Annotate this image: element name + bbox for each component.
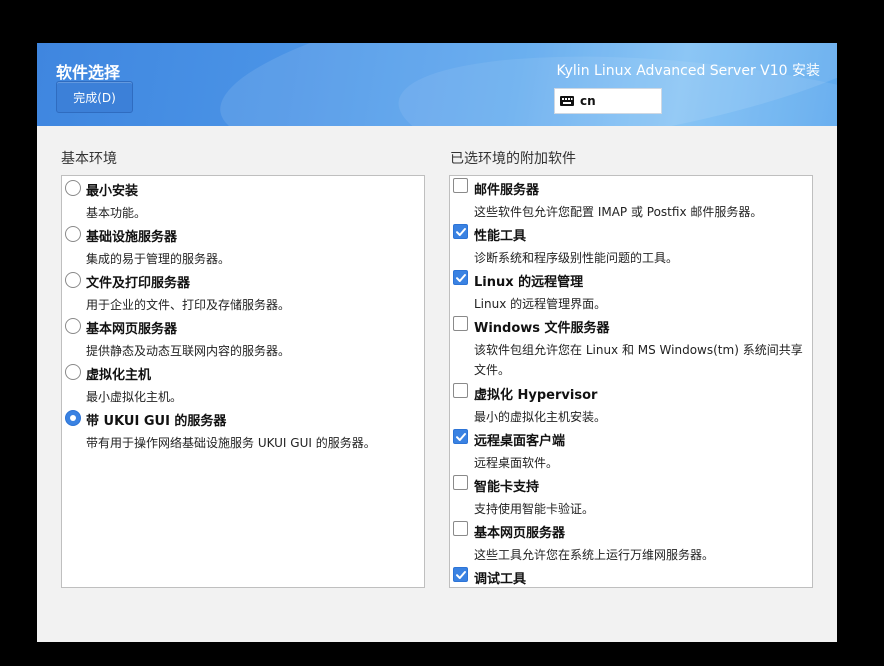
option-description: 这些软件包允许您配置 IMAP 或 Postfix 邮件服务器。 <box>474 205 763 219</box>
option-description: 用于企业的文件、打印及存储服务器。 <box>86 298 291 312</box>
addon-option[interactable]: 虚拟化 Hypervisor 最小的虚拟化主机安装。 <box>450 381 812 427</box>
addon-option[interactable]: 调试工具 <box>450 565 812 587</box>
option-description: 提供静态及动态互联网内容的服务器。 <box>86 344 291 358</box>
radio-button[interactable] <box>65 272 81 288</box>
option-label: 虚拟化主机 <box>86 368 152 383</box>
option-description: 诊断系统和程序级别性能问题的工具。 <box>474 251 679 265</box>
option-description: 这些工具允许您在系统上运行万维网服务器。 <box>474 548 715 562</box>
option-label: 邮件服务器 <box>474 183 540 198</box>
checkbox[interactable] <box>453 270 468 285</box>
option-label: 虚拟化 Hypervisor <box>474 388 598 403</box>
addon-option[interactable]: 邮件服务器这些软件包允许您配置 IMAP 或 Postfix 邮件服务器。 <box>450 176 812 222</box>
option-description: 集成的易于管理的服务器。 <box>86 252 231 266</box>
product-title: Kylin Linux Advanced Server V10 安装 <box>556 63 820 79</box>
addon-option[interactable]: 智能卡支持支持使用智能卡验证。 <box>450 473 812 519</box>
option-label: 性能工具 <box>474 229 527 244</box>
option-label: Linux 的远程管理 <box>474 275 584 290</box>
addon-option[interactable]: Windows 文件服务器该软件包组允许您在 Linux 和 MS Window… <box>450 314 812 381</box>
base-environment-option[interactable]: 基本网页服务器提供静态及动态互联网内容的服务器。 <box>62 315 424 361</box>
software-selection-window: 软件选择 完成(D) Kylin Linux Advanced Server V… <box>37 43 837 642</box>
radio-button[interactable] <box>65 226 81 242</box>
addon-option[interactable]: Linux 的远程管理 Linux 的远程管理界面。 <box>450 268 812 314</box>
option-label: 文件及打印服务器 <box>86 276 191 291</box>
base-environment-option[interactable]: 带 UKUI GUI 的服务器带有用于操作网络基础设施服务 UKUI GUI 的… <box>62 407 424 453</box>
checkbox[interactable] <box>453 521 468 536</box>
base-environment-list: 最小安装基本功能。基础设施服务器集成的易于管理的服务器。 文件及打印服务器用于企业… <box>61 175 425 588</box>
checkmark-icon <box>456 433 466 441</box>
option-label: 基础设施服务器 <box>86 230 178 245</box>
option-label: 基本网页服务器 <box>474 526 566 541</box>
checkmark-icon <box>456 274 466 282</box>
option-label: 带 UKUI GUI 的服务器 <box>86 414 227 429</box>
base-environment-option[interactable]: 文件及打印服务器用于企业的文件、打印及存储服务器。 <box>62 269 424 315</box>
keyboard-icon <box>560 96 574 106</box>
base-environment-option[interactable]: 基础设施服务器集成的易于管理的服务器。 <box>62 223 424 269</box>
option-description: 最小虚拟化主机。 <box>86 390 183 404</box>
option-description: 该软件包组允许您在 Linux 和 MS Windows(tm) 系统间共享文件… <box>474 343 803 377</box>
checkmark-icon <box>456 571 466 579</box>
checkbox[interactable] <box>453 475 468 490</box>
radio-button[interactable] <box>65 180 81 196</box>
keyboard-layout-label: cn <box>580 94 596 108</box>
option-label: Windows 文件服务器 <box>474 321 610 336</box>
option-description: 基本功能。 <box>86 206 147 220</box>
option-description: Linux 的远程管理界面。 <box>474 297 607 311</box>
addons-title: 已选环境的附加软件 <box>450 151 576 167</box>
option-label: 最小安装 <box>86 184 139 199</box>
option-description: 最小的虚拟化主机安装。 <box>474 410 607 424</box>
radio-button[interactable] <box>65 364 81 380</box>
addon-option[interactable]: 性能工具诊断系统和程序级别性能问题的工具。 <box>450 222 812 268</box>
page-title: 软件选择 <box>56 63 121 82</box>
done-button[interactable]: 完成(D) <box>56 81 133 113</box>
option-description: 支持使用智能卡验证。 <box>474 502 595 516</box>
base-environment-option[interactable]: 最小安装 基本功能。 <box>62 177 424 223</box>
checkbox[interactable] <box>453 567 468 582</box>
addons-list: 邮件服务器 这些软件包允许您配置 IMAP 或 Postfix 邮件服务器。 性能工… <box>449 175 813 588</box>
checkbox[interactable] <box>453 316 468 331</box>
checkbox[interactable] <box>453 383 468 398</box>
option-label: 调试工具 <box>474 572 527 587</box>
option-label: 基本网页服务器 <box>86 322 178 337</box>
option-description: 远程桌面软件。 <box>474 456 559 470</box>
option-label: 智能卡支持 <box>474 480 540 495</box>
checkmark-icon <box>456 228 466 236</box>
keyboard-layout-indicator[interactable]: cn <box>554 88 662 114</box>
addon-option[interactable]: 远程桌面客户端 远程桌面软件。 <box>450 427 812 473</box>
radio-button[interactable] <box>65 318 81 334</box>
base-environment-title: 基本环境 <box>61 151 117 167</box>
base-environment-option[interactable]: 虚拟化主机最小虚拟化主机。 <box>62 361 424 407</box>
checkbox[interactable] <box>453 429 468 444</box>
option-description: 带有用于操作网络基础设施服务 UKUI GUI 的服务器。 <box>86 436 376 450</box>
checkbox[interactable] <box>453 178 468 193</box>
checkbox[interactable] <box>453 224 468 239</box>
header-bar: 软件选择 完成(D) Kylin Linux Advanced Server V… <box>37 43 837 126</box>
radio-button[interactable] <box>65 410 81 426</box>
addon-option[interactable]: 基本网页服务器这些工具允许您在系统上运行万维网服务器。 <box>450 519 812 565</box>
option-label: 远程桌面客户端 <box>474 434 566 449</box>
